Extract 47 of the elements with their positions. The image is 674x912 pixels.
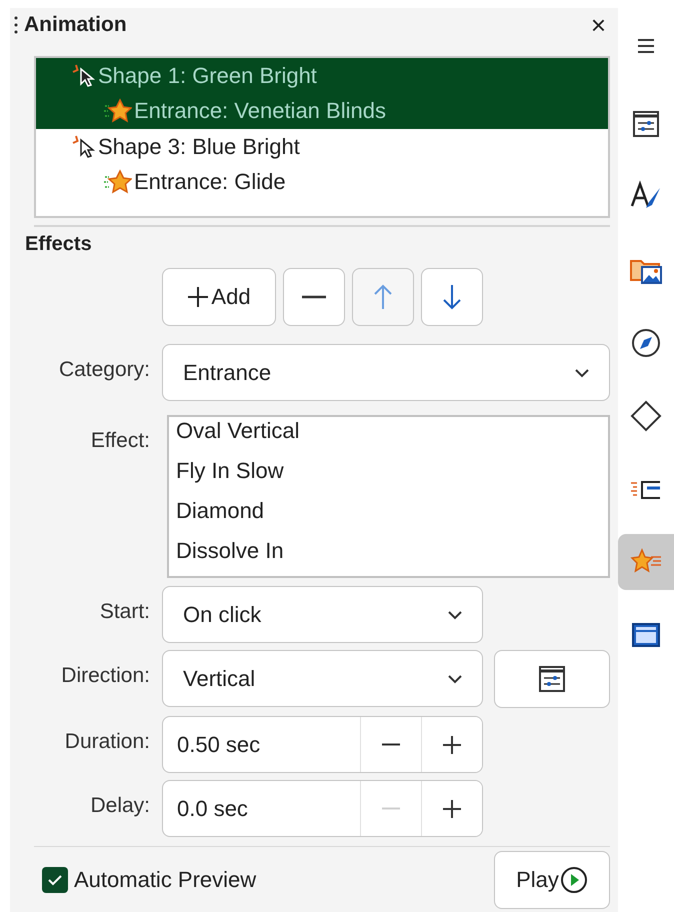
panel-title: Animation: [24, 13, 128, 37]
effect-list-item[interactable]: Diamond: [176, 491, 608, 531]
minus-icon: [382, 743, 400, 746]
field-label: Start:: [98, 599, 150, 624]
direction-dropdown[interactable]: Vertical: [162, 650, 483, 707]
diamond-icon: [629, 399, 663, 433]
plus-icon: [443, 800, 461, 818]
arrow-up-icon: [373, 284, 393, 310]
field-label: Delay:: [89, 793, 150, 818]
close-button[interactable]: ×: [586, 12, 610, 38]
animation-list-item[interactable]: Shape 1: Green Bright: [36, 58, 608, 94]
star-cursor-icon: [70, 62, 96, 89]
minus-icon: [382, 807, 400, 810]
compass-icon: [629, 326, 663, 360]
options-button[interactable]: [494, 650, 610, 708]
increment-button[interactable]: [421, 717, 482, 772]
start-dropdown[interactable]: On click: [162, 586, 483, 643]
checkmark-icon: [47, 874, 63, 886]
animation-list-item[interactable]: Entrance: Venetian Blinds: [36, 94, 608, 129]
star-icon: [104, 98, 132, 124]
chevron-down-icon: [446, 672, 464, 684]
star-icon: [104, 169, 132, 196]
field-label: Category:: [58, 357, 150, 382]
effect-list-item[interactable]: Fly In Slow: [176, 451, 608, 491]
chevron-down-icon: [446, 608, 464, 620]
minus-icon: [302, 295, 326, 299]
add-button[interactable]: Add: [162, 268, 276, 326]
effect-list-item[interactable]: Dissolve In: [176, 531, 608, 571]
category-dropdown[interactable]: Entrance: [162, 344, 610, 401]
spin-field[interactable]: 0.0 sec: [162, 780, 483, 837]
grip-icon: [14, 16, 18, 34]
play-button[interactable]: Play: [494, 851, 610, 909]
plus-icon: [187, 286, 210, 308]
plus-icon: [443, 736, 461, 754]
section-heading: Effects: [25, 233, 93, 256]
automatic-preview-checkbox[interactable]: Automatic Preview: [42, 867, 256, 893]
chevron-down-icon: [573, 366, 591, 378]
field-label: Direction:: [60, 663, 150, 688]
field-label: Effect:: [90, 428, 150, 453]
down-button[interactable]: [421, 268, 483, 326]
spin-field[interactable]: 0.50 sec: [162, 716, 483, 773]
star-cursor-icon: [70, 134, 96, 160]
play-icon: [560, 866, 588, 894]
effect-list-item[interactable]: Oval Vertical: [176, 417, 608, 451]
field-label: Duration:: [64, 729, 150, 754]
arrow-down-icon: [442, 284, 462, 310]
increment-button[interactable]: [421, 781, 482, 836]
